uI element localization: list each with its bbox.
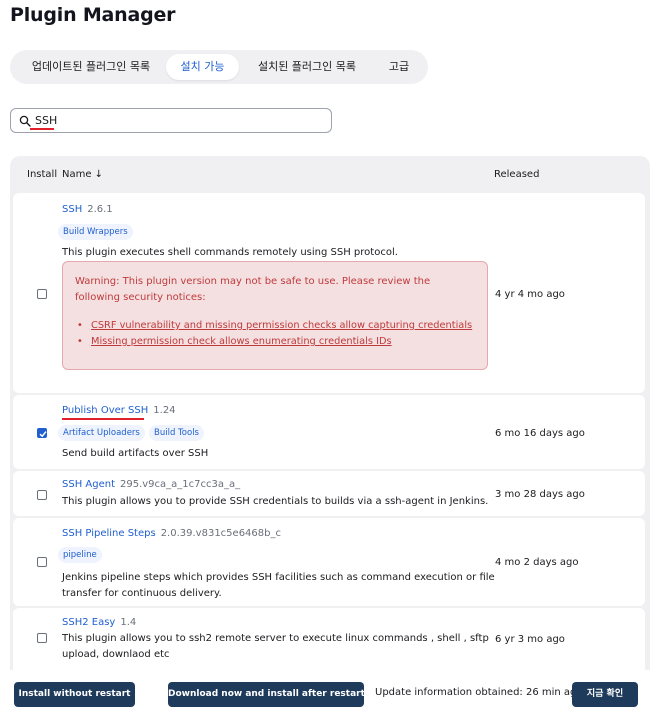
plugin-description: This plugin allows you to provide SSH cr… [62, 496, 489, 507]
update-info-text: Update information obtained: 26 min ago [375, 687, 583, 698]
name-highlight-underline [62, 418, 144, 420]
search-highlight-underline [30, 128, 54, 130]
plugin-version: 2.0.39.v831c5e6468b_c [160, 528, 281, 539]
table-row: SSH Agent 295.v9ca_a_1c7cc3a_a_ This plug… [13, 471, 645, 516]
install-checkbox[interactable] [37, 557, 47, 567]
search-box[interactable] [10, 108, 332, 133]
checkmark-icon [39, 431, 47, 438]
security-warning: Warning: This plugin version may not be … [62, 261, 488, 370]
plugin-version: 1.4 [120, 617, 137, 628]
plugin-description: This plugin allows you to ssh2 remote se… [62, 631, 489, 663]
plugin-name-link[interactable]: SSH2 Easy 1.4 [62, 617, 136, 628]
install-checkbox[interactable] [37, 289, 47, 299]
tab-advanced[interactable]: 고급 [378, 54, 420, 80]
security-notice-link[interactable]: CSRF vulnerability and missing permissio… [77, 318, 481, 334]
released-date: 4 mo 2 days ago [495, 557, 579, 568]
tag-link[interactable]: Build Wrappers [58, 224, 133, 240]
security-notice-list: CSRF vulnerability and missing permissio… [77, 318, 481, 350]
check-now-button[interactable]: 지금 확인 [572, 682, 638, 707]
plugin-name-link[interactable]: Publish Over SSH 1.24 [62, 405, 176, 416]
header-name[interactable]: Name ↓ [62, 169, 103, 180]
tab-updates[interactable]: 업데이트된 플러그인 목록 [18, 54, 164, 80]
install-checkbox[interactable] [37, 490, 47, 500]
tab-installed[interactable]: 설치된 플러그인 목록 [246, 54, 368, 80]
plugin-name-link[interactable]: SSH Pipeline Steps 2.0.39.v831c5e6468b_c [62, 528, 281, 539]
plugin-description: This plugin executes shell commands remo… [62, 247, 398, 258]
description-line: transfer for continuous delivery. [62, 588, 222, 599]
released-date: 6 mo 16 days ago [495, 428, 585, 439]
plugin-version: 1.24 [153, 405, 176, 416]
table-row: SSH2 Easy 1.4 This plugin allows you to s… [13, 608, 645, 678]
released-date: 6 yr 3 mo ago [495, 634, 565, 645]
released-date: 4 yr 4 mo ago [495, 289, 565, 300]
plugin-version: 295.v9ca_a_1c7cc3a_a_ [120, 479, 241, 490]
plugin-version: 2.6.1 [87, 204, 113, 215]
tab-available[interactable]: 설치 가능 [166, 54, 239, 80]
warning-text: Warning: This plugin version may not be … [75, 276, 431, 303]
tag-link[interactable]: Build Tools [149, 425, 204, 441]
download-install-after-restart-button[interactable]: Download now and install after restart [168, 682, 365, 707]
plugin-table: Install Name ↓ Released SSH 2.6.1 Build W… [10, 156, 650, 716]
plugin-description: Send build artifacts over SSH [62, 448, 209, 459]
search-icon [19, 115, 31, 127]
description-line: Jenkins pipeline steps which provides SS… [62, 572, 495, 583]
table-row: SSH Pipeline Steps 2.0.39.v831c5e6468b_c … [13, 518, 645, 606]
page-title: Plugin Manager [10, 4, 176, 26]
security-notice-link[interactable]: Missing permission check allows enumerat… [77, 334, 481, 350]
header-released[interactable]: Released [494, 169, 539, 180]
description-line: This plugin allows you to ssh2 remote se… [62, 633, 489, 644]
plugin-description: Jenkins pipeline steps which provides SS… [62, 570, 495, 602]
search-input[interactable] [35, 112, 315, 129]
tab-bar: 업데이트된 플러그인 목록 설치 가능 설치된 플러그인 목록 고급 [10, 50, 428, 84]
plugin-name-link[interactable]: SSH 2.6.1 [62, 204, 113, 215]
install-checkbox[interactable] [37, 633, 47, 643]
table-row: SSH 2.6.1 Build Wrappers This plugin exec… [13, 193, 645, 393]
description-line: upload, downlaod etc [62, 649, 170, 660]
table-row: Publish Over SSH 1.24 Artifact Uploaders … [13, 395, 645, 469]
install-checkbox[interactable] [37, 428, 47, 438]
plugin-name-link[interactable]: SSH Agent 295.v9ca_a_1c7cc3a_a_ [62, 479, 240, 490]
install-without-restart-button[interactable]: Install without restart [14, 682, 135, 707]
header-install[interactable]: Install [27, 169, 57, 180]
released-date: 3 mo 28 days ago [495, 489, 585, 500]
tag-link[interactable]: pipeline [58, 547, 102, 563]
action-footer: Install without restart Download now and… [0, 670, 655, 720]
tag-link[interactable]: Artifact Uploaders [58, 425, 145, 441]
